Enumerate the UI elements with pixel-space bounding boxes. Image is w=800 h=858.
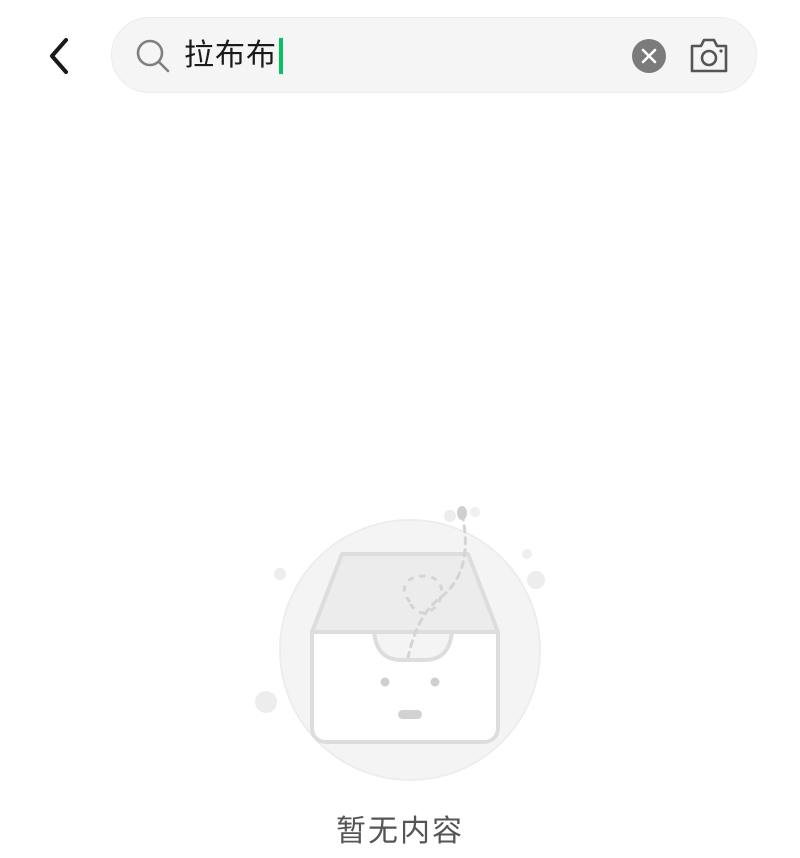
text-cursor xyxy=(279,38,283,74)
search-input-value: 拉布布 xyxy=(184,38,277,73)
clear-search-button[interactable] xyxy=(631,38,667,74)
search-input[interactable]: 拉布布 xyxy=(184,36,283,76)
empty-state-message: 暂无内容 xyxy=(336,814,464,849)
chevron-left-icon xyxy=(50,38,68,74)
empty-state-illustration xyxy=(240,490,570,790)
back-button[interactable] xyxy=(36,32,84,80)
search-bar[interactable]: 拉布布 xyxy=(111,17,757,93)
empty-inbox-box-icon xyxy=(255,506,545,781)
camera-icon xyxy=(690,38,728,73)
camera-search-button[interactable] xyxy=(688,36,730,76)
search-icon xyxy=(136,39,170,73)
clear-circle-icon xyxy=(632,39,666,73)
